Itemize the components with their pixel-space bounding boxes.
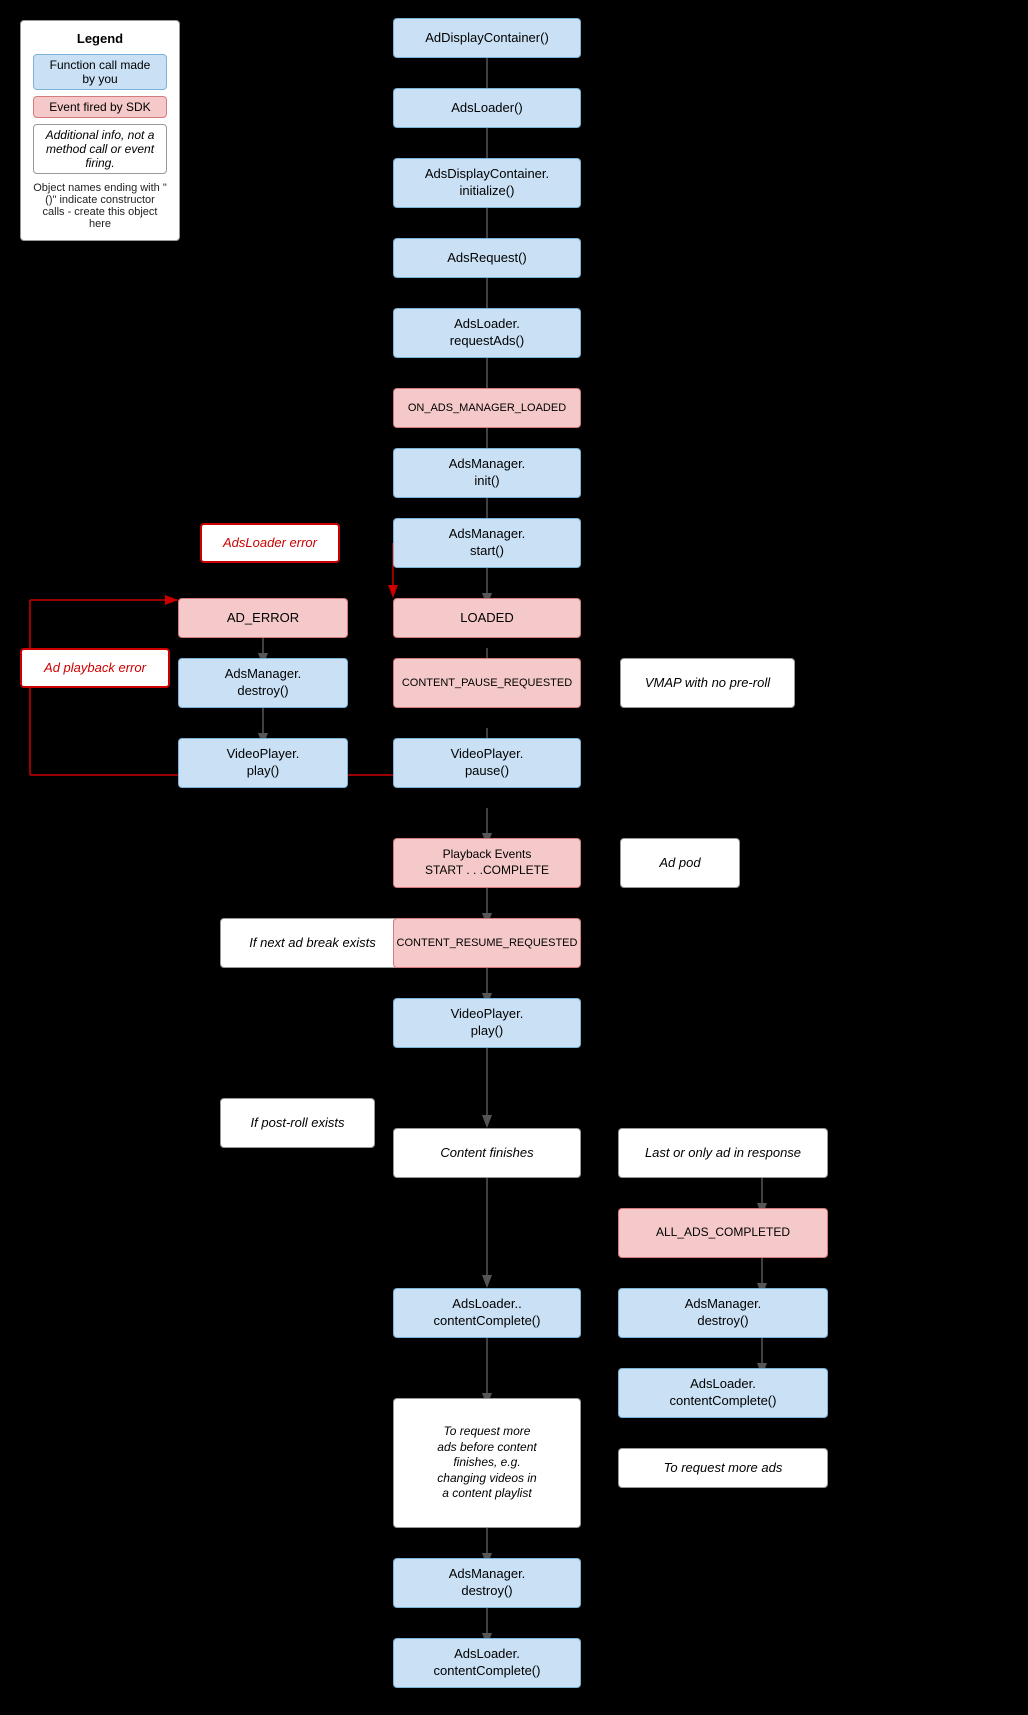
node-if-post-roll-exists: If post-roll exists [220, 1098, 375, 1148]
node-ads-manager-destroy3: AdsManager. destroy() [393, 1558, 581, 1608]
node-ads-request: AdsRequest() [393, 238, 581, 278]
node-ad-error: AD_ERROR [178, 598, 348, 638]
legend-white-box: Additional info, not a method call or ev… [33, 124, 167, 174]
node-ads-manager-destroy2: AdsManager. destroy() [618, 1288, 828, 1338]
node-video-player-pause: VideoPlayer. pause() [393, 738, 581, 788]
legend-title: Legend [33, 31, 167, 46]
node-ads-loader-error: AdsLoader error [200, 523, 340, 563]
node-to-request-more-ads-before: To request more ads before content finis… [393, 1398, 581, 1528]
legend-item-3: Additional info, not a method call or ev… [33, 124, 167, 174]
node-ad-pod: Ad pod [620, 838, 740, 888]
node-content-pause-requested: CONTENT_PAUSE_REQUESTED [393, 658, 581, 708]
node-on-ads-manager-loaded: ON_ADS_MANAGER_LOADED [393, 388, 581, 428]
legend-item-1: Function call made by you [33, 54, 167, 90]
node-video-player-play1: VideoPlayer. play() [178, 738, 348, 788]
legend-pink-box: Event fired by SDK [33, 96, 167, 118]
legend-item-2: Event fired by SDK [33, 96, 167, 118]
node-ad-playback-error: Ad playback error [20, 648, 170, 688]
node-content-finishes: Content finishes [393, 1128, 581, 1178]
legend-blue-box: Function call made by you [33, 54, 167, 90]
node-video-player-play2: VideoPlayer. play() [393, 998, 581, 1048]
node-playback-events: Playback Events START . . .COMPLETE [393, 838, 581, 888]
node-content-resume-requested: CONTENT_RESUME_REQUESTED [393, 918, 581, 968]
node-last-or-only-ad: Last or only ad in response [618, 1128, 828, 1178]
node-ads-manager-start: AdsManager. start() [393, 518, 581, 568]
legend: Legend Function call made by you Event f… [20, 20, 180, 241]
node-ads-loader: AdsLoader() [393, 88, 581, 128]
node-ads-manager-destroy1: AdsManager. destroy() [178, 658, 348, 708]
legend-note: Object names ending with "()" indicate c… [33, 182, 167, 230]
node-ads-loader-request-ads: AdsLoader. requestAds() [393, 308, 581, 358]
node-ads-display-container-init: AdsDisplayContainer. initialize() [393, 158, 581, 208]
node-ads-loader-content-complete2: AdsLoader. contentComplete() [618, 1368, 828, 1418]
node-loaded: LOADED [393, 598, 581, 638]
node-if-next-ad-break: If next ad break exists [220, 918, 405, 968]
node-ad-display-container: AdDisplayContainer() [393, 18, 581, 58]
node-ads-loader-content-complete1: AdsLoader.. contentComplete() [393, 1288, 581, 1338]
diagram-container: Legend Function call made by you Event f… [0, 0, 1028, 1715]
node-all-ads-completed: ALL_ADS_COMPLETED [618, 1208, 828, 1258]
node-to-request-more-ads: To request more ads [618, 1448, 828, 1488]
node-ads-loader-content-complete3: AdsLoader. contentComplete() [393, 1638, 581, 1688]
node-ads-manager-init: AdsManager. init() [393, 448, 581, 498]
node-vmap-no-preroll: VMAP with no pre-roll [620, 658, 795, 708]
